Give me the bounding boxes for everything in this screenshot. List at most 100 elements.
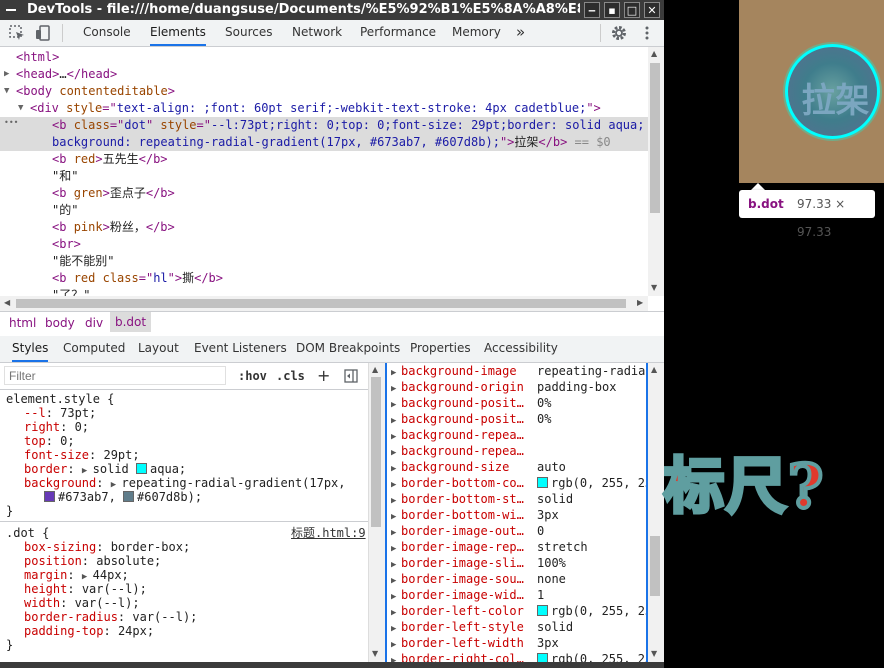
color-swatch-icon[interactable] — [136, 463, 148, 474]
expand-triangle-icon[interactable]: ▶ — [391, 448, 401, 458]
dom-tree-node[interactable]: <html> — [0, 49, 648, 66]
dom-tree-node[interactable]: ▼ <div style="text-align: ;font: 60pt ser… — [0, 100, 648, 117]
property-name[interactable]: position — [24, 554, 82, 568]
computed-styles-pane[interactable]: ▶ background-image repeating-radial ▶ backgr… — [385, 363, 648, 662]
more-tabs-icon[interactable]: » — [516, 20, 525, 46]
property-name[interactable]: width — [24, 596, 60, 610]
node-actions-dots-icon[interactable]: ••• — [4, 114, 18, 131]
expand-triangle-icon[interactable]: ▶ — [391, 496, 401, 506]
expand-triangle-icon[interactable]: ▶ — [391, 608, 401, 618]
expand-triangle-icon[interactable]: ▶ — [391, 624, 401, 634]
property-value[interactable]: 73pt; — [60, 406, 96, 420]
styles-filter-input[interactable] — [4, 366, 226, 385]
property-name[interactable]: padding-top — [24, 624, 103, 638]
window-menu-icon[interactable] — [5, 3, 17, 17]
computed-property-row[interactable]: ▶ background-image repeating-radial — [391, 364, 646, 380]
expand-triangle-icon[interactable]: ▶ — [82, 466, 93, 476]
property-value[interactable]: 0; — [60, 434, 74, 448]
expand-triangle-open-icon[interactable]: ▼ — [18, 100, 23, 117]
computed-property-row[interactable]: ▶ border-image-out… 0 — [391, 524, 646, 540]
highlighted-dot-element[interactable]: 拉架 — [785, 44, 880, 139]
tab-elements[interactable]: Elements — [150, 20, 206, 46]
expand-triangle-icon[interactable]: ▶ — [391, 416, 401, 426]
styles-vertical-scrollbar[interactable]: ▲ ▼ — [368, 363, 385, 662]
new-rule-plus-icon[interactable]: + — [317, 366, 330, 385]
color-swatch-icon[interactable] — [537, 477, 548, 488]
tab-event-listeners[interactable]: Event Listeners — [194, 341, 287, 355]
property-value[interactable]: 29pt; — [103, 448, 139, 462]
property-value[interactable]: 24px; — [118, 624, 154, 638]
property-name[interactable]: right — [24, 420, 60, 434]
color-swatch-icon[interactable] — [537, 605, 548, 616]
computed-property-row[interactable]: ▶ border-bottom-st… solid — [391, 492, 646, 508]
property-value-color[interactable]: aqua; — [150, 462, 186, 476]
shade-button[interactable]: ▪ — [604, 2, 620, 18]
dom-tree-node[interactable]: <br> — [0, 236, 648, 253]
tab-console[interactable]: Console — [83, 20, 131, 46]
expand-triangle-icon[interactable]: ▶ — [391, 464, 401, 474]
dom-tree-vertical-scrollbar[interactable]: ▲ ▼ — [648, 47, 664, 296]
tab-network[interactable]: Network — [292, 20, 342, 46]
property-name[interactable]: background — [24, 476, 96, 490]
property-name[interactable]: font-size — [24, 448, 89, 462]
computed-property-row[interactable]: ▶ border-image-sli… 100% — [391, 556, 646, 572]
expand-triangle-icon[interactable]: ▶ — [391, 400, 401, 410]
tab-properties[interactable]: Properties — [410, 341, 471, 355]
property-value[interactable]: absolute; — [96, 554, 161, 568]
property-name[interactable]: height — [24, 582, 67, 596]
property-value[interactable]: repeating-radial-gradient(17px, — [122, 476, 346, 490]
dom-tree-node[interactable]: background: repeating-radial-gradient(17… — [0, 134, 648, 151]
class-toggle[interactable]: .cls — [276, 369, 305, 383]
breadcrumb-b-dot[interactable]: b.dot — [110, 312, 152, 332]
expand-triangle-icon[interactable]: ▶ — [391, 528, 401, 538]
rule-source-link[interactable]: 标题.html:9 — [291, 526, 366, 540]
property-value[interactable]: border-box; — [111, 540, 190, 554]
computed-property-row[interactable]: ▶ border-image-rep… stretch — [391, 540, 646, 556]
dom-tree-node[interactable]: "能不能别" — [0, 253, 648, 270]
dom-tree[interactable]: <html> ▶ <head>…</head> ▼ <body contentedita… — [0, 47, 648, 302]
expand-triangle-icon[interactable]: ▶ — [391, 368, 401, 378]
tab-layout[interactable]: Layout — [138, 341, 179, 355]
dom-tree-node[interactable]: <b red>五先生</b> — [0, 151, 648, 168]
computed-property-row[interactable]: ▶ border-left-width 3px — [391, 636, 646, 652]
property-name[interactable]: border — [24, 462, 67, 476]
expand-triangle-icon[interactable]: ▶ — [391, 384, 401, 394]
tab-memory[interactable]: Memory — [452, 20, 501, 46]
minimize-button[interactable]: ‒ — [584, 2, 600, 18]
tab-accessibility[interactable]: Accessibility — [484, 341, 558, 355]
dom-tree-horizontal-scrollbar[interactable]: ◀ ▶ — [0, 296, 648, 311]
computed-property-row[interactable]: ▶ border-image-wid… 1 — [391, 588, 646, 604]
inspect-element-icon[interactable] — [8, 24, 26, 42]
tab-sources[interactable]: Sources — [225, 20, 272, 46]
color-swatch-icon[interactable] — [537, 653, 548, 662]
computed-property-row[interactable]: ▶ border-bottom-wi… 3px — [391, 508, 646, 524]
tab-styles[interactable]: Styles — [12, 336, 49, 362]
breadcrumb-div[interactable]: div — [85, 316, 103, 330]
property-name[interactable]: box-sizing — [24, 540, 96, 554]
tab-dom-breakpoints[interactable]: DOM Breakpoints — [296, 341, 400, 355]
computed-property-row[interactable]: ▶ background-origin padding-box — [391, 380, 646, 396]
computed-property-row[interactable]: ▶ background-posit… 0% — [391, 412, 646, 428]
gradient-stop[interactable]: #607d8b); — [137, 490, 202, 504]
color-swatch-icon[interactable] — [44, 491, 55, 502]
tab-computed[interactable]: Computed — [63, 341, 125, 355]
computed-property-row[interactable]: ▶ border-left-color rgb(0, 255, 25 — [391, 604, 646, 620]
dom-tree-node[interactable]: <b pink>粉丝，</b> — [0, 219, 648, 236]
tab-performance[interactable]: Performance — [360, 20, 436, 46]
dom-tree-node[interactable]: ▼ <body contenteditable> — [0, 83, 648, 100]
color-swatch-icon[interactable] — [123, 491, 135, 502]
more-options-icon[interactable] — [638, 24, 656, 42]
computed-property-row[interactable]: ▶ background-size auto — [391, 460, 646, 476]
property-name[interactable]: border-radius — [24, 610, 118, 624]
computed-property-row[interactable]: ▶ border-image-sou… none — [391, 572, 646, 588]
property-value[interactable]: var(--l); — [82, 582, 147, 596]
computed-property-row[interactable]: ▶ border-bottom-co… rgb(0, 255, 25 — [391, 476, 646, 492]
breadcrumb-body[interactable]: body — [45, 316, 75, 330]
computed-property-row[interactable]: ▶ border-left-style solid — [391, 620, 646, 636]
maximize-button[interactable]: □ — [624, 2, 640, 18]
expand-triangle-icon[interactable]: ▶ — [391, 560, 401, 570]
dom-tree-node[interactable]: "和" — [0, 168, 648, 185]
expand-triangle-icon[interactable]: ▶ — [111, 480, 122, 490]
device-toolbar-icon[interactable] — [34, 24, 52, 42]
expand-triangle-icon[interactable]: ▶ — [391, 544, 401, 554]
